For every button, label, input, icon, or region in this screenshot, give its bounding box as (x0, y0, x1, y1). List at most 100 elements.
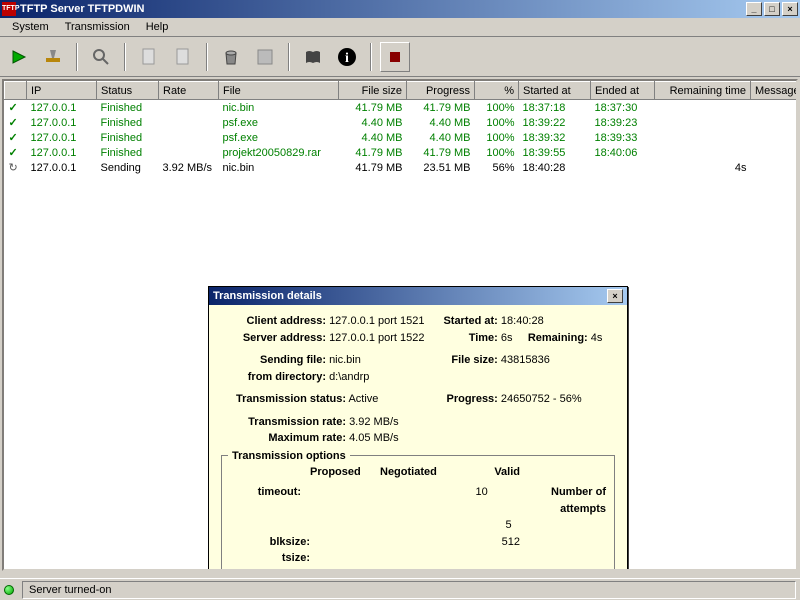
doc1-button[interactable] (134, 42, 164, 72)
transmission-options-group: Transmission options Proposed Negotiated… (221, 455, 615, 572)
cell-start: 18:39:22 (519, 115, 591, 130)
filesize-value: 43815836 (501, 354, 550, 366)
cell-start: 18:39:55 (519, 145, 591, 160)
doc2-button[interactable] (168, 42, 198, 72)
cell-status: Sending (97, 160, 159, 175)
setup-button[interactable] (38, 42, 68, 72)
cell-start: 18:37:18 (519, 100, 591, 116)
column-header[interactable]: File size (339, 82, 407, 100)
status-value: Active (348, 393, 378, 405)
column-header[interactable]: Rate (159, 82, 219, 100)
valid-header: Valid (460, 464, 520, 481)
column-header[interactable]: Progress (407, 82, 475, 100)
svg-text:i: i (345, 51, 349, 66)
cell-end: 18:40:06 (591, 145, 655, 160)
stop-button[interactable] (380, 42, 410, 72)
transmission-details-dialog: Transmission details × Client address: 1… (208, 286, 628, 571)
cell-ip: 127.0.0.1 (27, 100, 97, 116)
cell-remain (655, 100, 751, 116)
cell-size: 41.79 MB (339, 145, 407, 160)
table-row[interactable]: ✓127.0.0.1Finishedprojekt20050829.rar41.… (5, 145, 799, 160)
cell-status: Finished (97, 100, 159, 116)
table-row[interactable]: ↻127.0.0.1Sending3.92 MB/snic.bin41.79 M… (5, 160, 799, 175)
close-button[interactable]: × (782, 2, 798, 16)
cell-size: 4.40 MB (339, 115, 407, 130)
minimize-button[interactable]: _ (746, 2, 762, 16)
table-row[interactable]: ✓127.0.0.1Finishedpsf.exe4.40 MB4.40 MB1… (5, 115, 799, 130)
app-icon: TFTP (2, 2, 16, 16)
column-header[interactable]: Message (751, 82, 799, 100)
blksize-label: blksize: (230, 534, 310, 551)
started-label: Started at: (428, 313, 498, 330)
cell-msg (751, 130, 799, 145)
table-row[interactable]: ✓127.0.0.1Finishednic.bin41.79 MB41.79 M… (5, 100, 799, 116)
sending-file-label: Sending file: (221, 352, 326, 369)
cell-msg (751, 100, 799, 116)
save-button[interactable] (250, 42, 280, 72)
cell-msg (751, 145, 799, 160)
column-header[interactable]: Started at (519, 82, 591, 100)
menu-system[interactable]: System (4, 19, 57, 35)
dialog-title: Transmission details (213, 290, 322, 302)
cell-file: psf.exe (219, 130, 339, 145)
menu-transmission[interactable]: Transmission (57, 19, 138, 35)
cell-remain (655, 145, 751, 160)
title-bar: TFTP TFTP Server TFTPDWIN _ □ × (0, 0, 800, 18)
cell-remain (655, 130, 751, 145)
status-label: Transmission status: (221, 391, 346, 408)
cell-ip: 127.0.0.1 (27, 145, 97, 160)
cell-progress: 41.79 MB (407, 100, 475, 116)
server-addr-value: 127.0.0.1 port 1522 (329, 332, 424, 344)
info-button[interactable]: i (332, 42, 362, 72)
from-dir-value: d:\andrp (329, 371, 369, 383)
cell-msg (751, 160, 799, 175)
cell-icon: ✓ (5, 115, 27, 130)
cell-ip: 127.0.0.1 (27, 160, 97, 175)
play-button[interactable] (4, 42, 34, 72)
cell-remain: 4s (655, 160, 751, 175)
column-header[interactable]: File (219, 82, 339, 100)
cell-pct: 100% (475, 100, 519, 116)
cell-end (591, 160, 655, 175)
check-icon: ✓ (9, 117, 18, 129)
attempts-value: 5 (506, 519, 512, 531)
cell-start: 18:40:28 (519, 160, 591, 175)
cell-pct: 56% (475, 160, 519, 175)
sending-icon: ↻ (9, 162, 18, 174)
negotiated-header: Negotiated (380, 464, 460, 481)
column-header[interactable]: % (475, 82, 519, 100)
sending-file-value: nic.bin (329, 354, 361, 366)
rate-value: 3.92 MB/s (349, 416, 399, 428)
column-header[interactable] (5, 82, 27, 100)
column-header[interactable]: IP (27, 82, 97, 100)
maxrate-label: Maximum rate: (221, 430, 346, 447)
blksize-valid: 512 (460, 534, 520, 551)
trash-button[interactable] (216, 42, 246, 72)
tsize-label: tsize: (230, 550, 310, 567)
transfer-table-container: IPStatusRateFileFile sizeProgress%Starte… (2, 79, 798, 571)
from-dir-label: from directory: (221, 369, 326, 386)
find-button[interactable] (86, 42, 116, 72)
table-row[interactable]: ✓127.0.0.1Finishedpsf.exe4.40 MB4.40 MB1… (5, 130, 799, 145)
remaining-value: 4s (591, 332, 603, 344)
cell-size: 41.79 MB (339, 160, 407, 175)
maximize-button[interactable]: □ (764, 2, 780, 16)
menu-help[interactable]: Help (138, 19, 177, 35)
check-icon: ✓ (9, 147, 18, 159)
column-header[interactable]: Status (97, 82, 159, 100)
check-icon: ✓ (9, 132, 18, 144)
proposed-header: Proposed (310, 464, 380, 481)
column-header[interactable]: Remaining time (655, 82, 751, 100)
cell-ip: 127.0.0.1 (27, 130, 97, 145)
cell-end: 18:39:33 (591, 130, 655, 145)
timeout-label: timeout: (230, 484, 301, 534)
progress-label: Progress: (428, 391, 498, 408)
cell-end: 18:39:23 (591, 115, 655, 130)
cell-rate: 3.92 MB/s (159, 160, 219, 175)
column-header[interactable]: Ended at (591, 82, 655, 100)
cell-pct: 100% (475, 115, 519, 130)
dialog-titlebar[interactable]: Transmission details × (209, 287, 627, 305)
progress-value: 24650752 - 56% (501, 393, 582, 405)
dialog-close-button[interactable]: × (607, 289, 623, 303)
book-button[interactable] (298, 42, 328, 72)
